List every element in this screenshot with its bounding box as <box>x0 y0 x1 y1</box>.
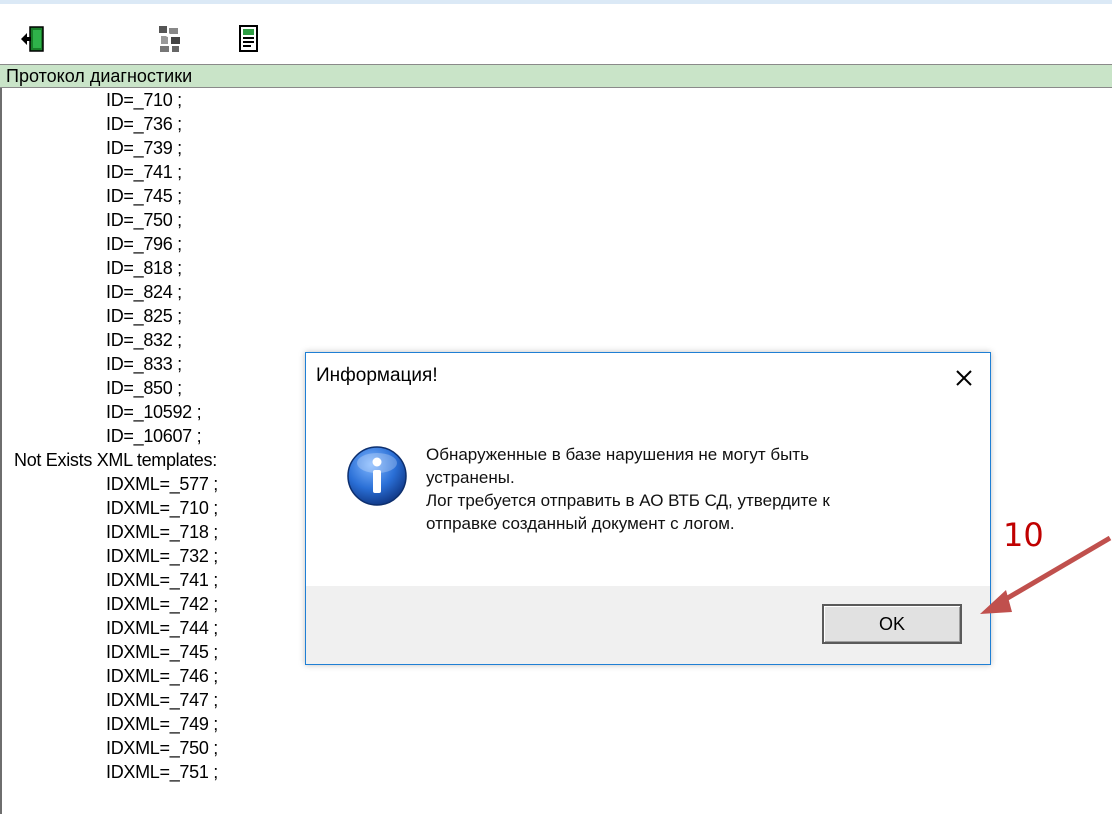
log-line: ID=_824 ; <box>106 282 182 302</box>
ok-button[interactable]: OK <box>822 604 962 644</box>
document-icon[interactable] <box>236 24 262 54</box>
log-line: ID=_10607 ; <box>106 426 202 446</box>
log-line: ID=_832 ; <box>106 330 182 350</box>
log-line: IDXML=_741 ; <box>106 570 218 590</box>
dialog-message-line: Обнаруженные в базе нарушения не могут б… <box>426 445 809 464</box>
close-icon[interactable] <box>948 363 980 393</box>
log-line: IDXML=_718 ; <box>106 522 218 542</box>
log-line: ID=_825 ; <box>106 306 182 326</box>
log-line: ID=_739 ; <box>106 138 182 158</box>
log-line: ID=_741 ; <box>106 162 182 182</box>
log-line: IDXML=_744 ; <box>106 618 218 638</box>
dialog-footer: OK <box>306 586 990 664</box>
dialog-message: Обнаруженные в базе нарушения не могут б… <box>426 443 966 535</box>
dialog-title: Информация! <box>316 365 438 386</box>
panel-title: Протокол диагностики <box>0 64 1112 88</box>
log-line: ID=_750 ; <box>106 210 182 230</box>
log-line: IDXML=_732 ; <box>106 546 218 566</box>
info-icon <box>347 446 407 506</box>
log-line: IDXML=_747 ; <box>106 690 218 710</box>
log-line: IDXML=_751 ; <box>106 762 218 782</box>
exit-door-icon[interactable] <box>20 24 46 54</box>
dialog-message-line: отправке созданный документ с логом. <box>426 514 735 533</box>
log-line: IDXML=_742 ; <box>106 594 218 614</box>
log-line: IDXML=_745 ; <box>106 642 218 662</box>
log-line: ID=_745 ; <box>106 186 182 206</box>
log-line: ID=_796 ; <box>106 234 182 254</box>
info-dialog: Информация! Обнаруженные в базе нарушени… <box>305 352 991 665</box>
log-line: IDXML=_746 ; <box>106 666 218 686</box>
log-line: ID=_736 ; <box>106 114 182 134</box>
log-line: IDXML=_750 ; <box>106 738 218 758</box>
diagnostics-icon[interactable] <box>157 24 183 54</box>
log-line: IDXML=_749 ; <box>106 714 218 734</box>
log-section-header: Not Exists XML templates: <box>14 450 217 470</box>
log-line: ID=_818 ; <box>106 258 182 278</box>
log-line: IDXML=_577 ; <box>106 474 218 494</box>
log-line: ID=_710 ; <box>106 90 182 110</box>
toolbar <box>0 4 1112 62</box>
dialog-message-line: Лог требуется отправить в АО ВТБ СД, утв… <box>426 491 830 510</box>
log-line: ID=_10592 ; <box>106 402 202 422</box>
arrow-annotation-icon <box>980 535 1112 614</box>
dialog-message-line: устранены. <box>426 468 515 487</box>
log-line: ID=_833 ; <box>106 354 182 374</box>
log-line: ID=_850 ; <box>106 378 182 398</box>
log-line: IDXML=_710 ; <box>106 498 218 518</box>
